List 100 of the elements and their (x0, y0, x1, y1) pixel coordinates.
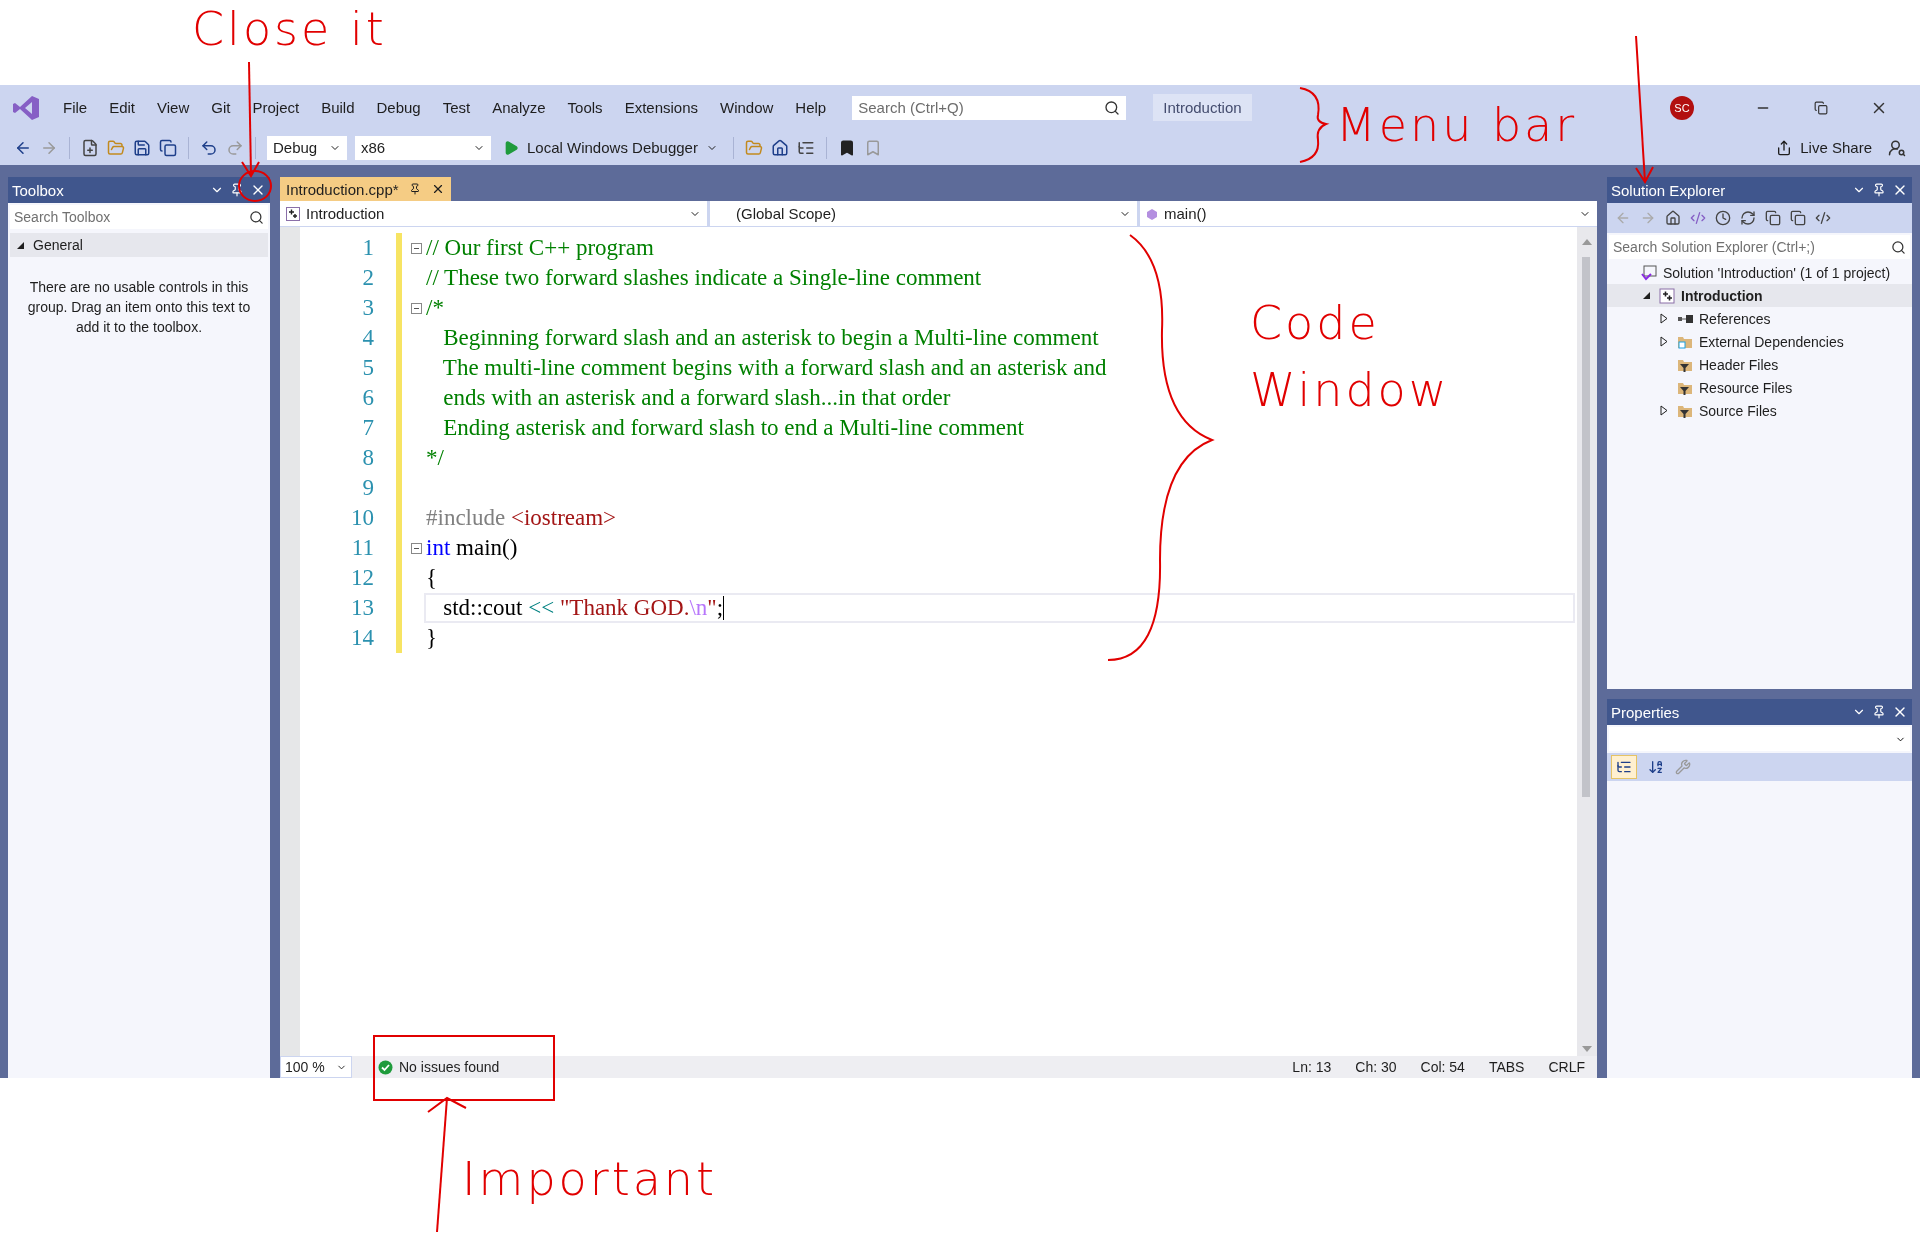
pin-icon[interactable] (408, 183, 421, 195)
configuration-dropdown[interactable]: Debug (267, 135, 347, 160)
handwritten-annotation: Close it (192, 1, 387, 58)
code-line: } (426, 625, 438, 651)
panel-title: Solution Explorer (1611, 181, 1727, 199)
tree-item[interactable]: Source Files (1607, 399, 1912, 422)
collapse-icon[interactable] (411, 542, 422, 554)
categorized-button[interactable] (1611, 755, 1637, 779)
line-number: 13 (350, 595, 374, 621)
line-number: 3 (361, 295, 374, 321)
line-number: 9 (361, 475, 374, 501)
collapse-icon[interactable] (411, 302, 422, 314)
menu-item[interactable]: File (52, 95, 99, 120)
handwritten-annotation: Important (462, 1151, 718, 1208)
history-icon[interactable] (1715, 210, 1731, 226)
project-icon (1659, 287, 1675, 304)
code-line: int main() (426, 535, 518, 561)
account-avatar[interactable]: SC (1670, 95, 1694, 120)
code-line: ends with an asterisk and a forward slash...in that order (442, 385, 951, 411)
search-field[interactable]: Search Solution Explorer (Ctrl+;) (1609, 235, 1910, 259)
menu-item[interactable]: Project (241, 95, 311, 120)
menu-item[interactable]: Help (784, 95, 838, 120)
line-number: 11 (350, 535, 374, 561)
menu-item[interactable]: Edit (98, 95, 147, 120)
code-line: std::cout << "Thank GOD.\n"; (442, 595, 724, 621)
text-cursor (723, 596, 725, 620)
menu-item[interactable]: View (146, 95, 201, 120)
menu-item[interactable]: Debug (365, 95, 432, 120)
code-line: */ (426, 445, 444, 471)
search-icon[interactable] (1104, 99, 1121, 116)
live-share-button[interactable]: Live Share (1768, 139, 1880, 156)
handwritten-annotation: Menu bar (1336, 97, 1578, 154)
menu-item[interactable]: Tools (556, 95, 614, 120)
line-number: 6 (361, 385, 374, 411)
expanded-arrow-icon[interactable] (16, 240, 25, 250)
navigation-dropdown[interactable]: main() (1140, 201, 1597, 226)
menu-item[interactable]: Analyze (481, 95, 557, 120)
solution-name: Introduction (1153, 94, 1252, 121)
zoom-dropdown[interactable]: 100 % (280, 1056, 352, 1078)
share-icon[interactable] (1776, 139, 1793, 156)
tree-item[interactable]: Introduction (1607, 284, 1912, 307)
search-field[interactable]: Search Toolbox (10, 205, 268, 229)
search-field[interactable]: Search (Ctrl+Q) (851, 94, 1128, 121)
line-number: 4 (361, 325, 374, 351)
expand-arrow-icon[interactable] (1659, 405, 1669, 416)
collapse-icon[interactable] (411, 242, 422, 254)
sort-az-icon[interactable] (1648, 759, 1664, 775)
switch-views-icon[interactable] (1690, 210, 1706, 226)
menu-item[interactable]: Build (310, 95, 366, 120)
undo-icon[interactable] (200, 138, 218, 157)
save-all-icon[interactable] (159, 138, 177, 157)
home-icon[interactable] (1665, 210, 1681, 226)
menu-item[interactable]: Window (709, 95, 785, 120)
new-file-icon[interactable] (81, 138, 99, 157)
cursor-position-status: TABS (1488, 1059, 1525, 1075)
code-icon[interactable] (1815, 210, 1831, 226)
menu-item[interactable]: Test (431, 95, 482, 120)
pin-icon[interactable] (1872, 183, 1886, 197)
line-number: 12 (350, 565, 374, 591)
menu-item[interactable]: Git (200, 95, 242, 120)
search-icon[interactable] (249, 209, 264, 225)
tree-item[interactable]: Header Files (1607, 353, 1912, 376)
search-icon[interactable] (1891, 239, 1906, 255)
cursor-position-status: Ch: 30 (1355, 1059, 1397, 1075)
empty-group-message: There are no usable controls in this group. Drag an item onto this text to add it to the toolbox. (26, 278, 252, 337)
start-debugger-button[interactable]: Local Windows Debugger (499, 139, 722, 156)
platform-dropdown[interactable]: x86 (355, 135, 491, 160)
tree-item[interactable]: Resource Files (1607, 376, 1912, 399)
panel-title: Toolbox (12, 181, 65, 199)
tree-item[interactable]: References (1607, 307, 1912, 330)
list-icon[interactable] (1616, 759, 1632, 775)
annotation-circle (238, 170, 272, 202)
menu-item[interactable]: Extensions (613, 95, 709, 120)
cursor-position-status: Ln: 13 (1292, 1059, 1332, 1075)
code-line: // These two forward slashes indicate a Single-line comment (426, 265, 982, 291)
expand-arrow-icon[interactable] (1659, 336, 1669, 347)
line-number: 8 (361, 445, 374, 471)
code-line: Ending asterisk and forward slash to end a Multi-line comment (442, 415, 1024, 441)
issues-status[interactable]: No issues found (399, 1059, 500, 1075)
cursor-position-status: Col: 54 (1420, 1059, 1465, 1075)
feedback-icon[interactable] (1888, 138, 1906, 157)
pin-icon[interactable] (1872, 705, 1886, 719)
sync-icon[interactable] (1740, 210, 1756, 226)
restore-icon[interactable] (1814, 100, 1828, 115)
pin-icon[interactable] (230, 183, 244, 197)
home-icon[interactable] (770, 138, 789, 157)
check-icon (378, 1059, 393, 1075)
document-tab[interactable]: Introduction.cpp* (280, 177, 451, 201)
expanded-arrow-icon[interactable] (1641, 291, 1651, 300)
group-header[interactable]: General (10, 233, 268, 257)
code-line: Beginning forward slash and an asterisk to begin a Multi-line comment (442, 325, 1099, 351)
tree-item[interactable]: External Dependencies (1607, 330, 1912, 353)
save-icon[interactable] (133, 138, 151, 157)
handwritten-annotation: Code Window (1250, 295, 1451, 419)
app-logo-icon[interactable] (12, 94, 40, 121)
line-number: 7 (361, 415, 374, 441)
line-number: 5 (361, 355, 374, 381)
expand-arrow-icon[interactable] (1659, 313, 1669, 324)
tree-item[interactable]: Solution 'Introduction' (1 of 1 project) (1607, 261, 1912, 284)
project-icon (286, 206, 300, 221)
